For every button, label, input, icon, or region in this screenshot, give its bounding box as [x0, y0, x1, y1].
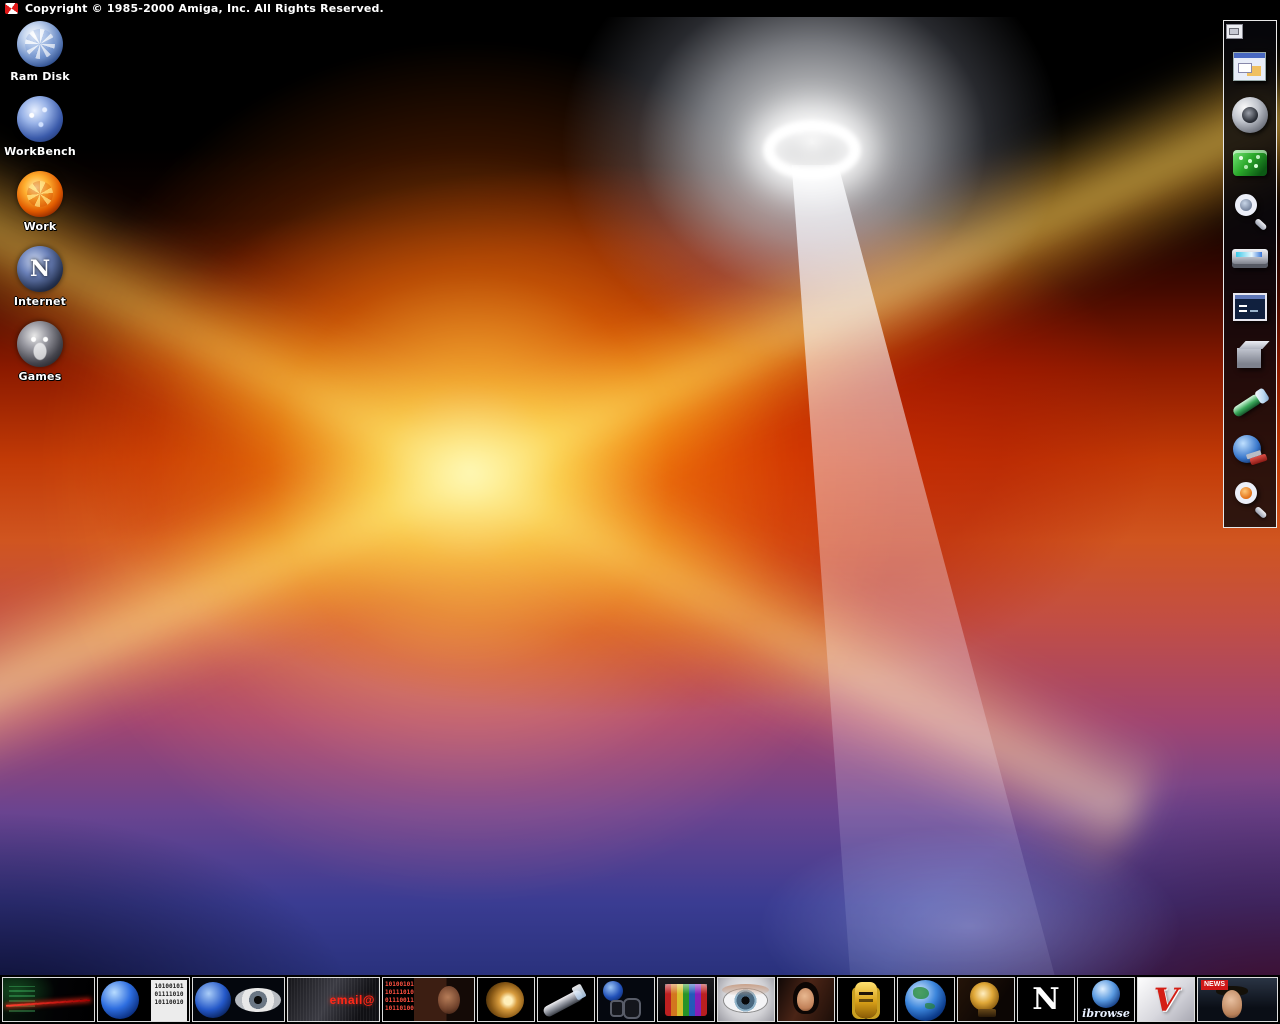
desktop-icon-workbench[interactable]: WorkBench [4, 96, 76, 158]
globe-tools-icon [1230, 431, 1270, 471]
dock-tile-woman[interactable] [777, 977, 835, 1022]
dock-tile-earth-eye[interactable] [192, 977, 285, 1022]
dock-tile-flashlight[interactable] [537, 977, 595, 1022]
dock-tile-earth-binary[interactable]: 10100101 01111010 10110010 [97, 977, 190, 1022]
dock-tile-binary-face[interactable]: 10100101 10111010 01110011 10110100 [382, 977, 475, 1022]
desktop-icon-label: Games [19, 370, 62, 383]
ram-disk-icon [17, 21, 63, 67]
dock-tile-text: N [1018, 981, 1074, 1019]
dock-button-speaker[interactable] [1224, 91, 1276, 139]
dock-button-cube[interactable] [1224, 331, 1276, 379]
right-dock-panel [1223, 20, 1277, 528]
dock-tile-pharaoh[interactable] [837, 977, 895, 1022]
shell-icon [1230, 287, 1270, 327]
dock-tile-gramophone[interactable] [957, 977, 1015, 1022]
dock-tile-email[interactable]: email@ [287, 977, 380, 1022]
workbench-screen: Copyright © 1985-2000 Amiga, Inc. All Ri… [0, 0, 1280, 1024]
dock-tile-nautilus[interactable] [477, 977, 535, 1022]
dock-button-scanner[interactable] [1224, 235, 1276, 283]
desktop: Ram Disk WorkBench Work Internet Games [0, 17, 1280, 1024]
wallpaper-light-ring [763, 120, 861, 180]
dock-tile-voyager[interactable]: V [1137, 977, 1195, 1022]
wallpaper-ring-halo [562, 17, 1062, 362]
workbench-icon [17, 96, 63, 142]
desktop-icon-work[interactable]: Work [4, 171, 76, 233]
cube-icon [1230, 335, 1270, 375]
dock-tile-netscape[interactable]: N [1017, 977, 1075, 1022]
desktop-icon-label: Work [24, 220, 57, 233]
work-icon [17, 171, 63, 217]
screen-titlebar[interactable]: Copyright © 1985-2000 Amiga, Inc. All Ri… [0, 0, 1280, 17]
magnifier-icon [1230, 191, 1270, 231]
dock-tile-binoculars[interactable] [597, 977, 655, 1022]
desktop-icon-ram-disk[interactable]: Ram Disk [4, 21, 76, 83]
dock-tile-jukebox[interactable] [657, 977, 715, 1022]
desktop-icon-column: Ram Disk WorkBench Work Internet Games [4, 21, 76, 383]
dock-button-magnifier[interactable] [1224, 187, 1276, 235]
dock-tile-news[interactable]: NEWS [1197, 977, 1278, 1022]
magnifier-orange-icon [1230, 479, 1270, 519]
dock-tile-text: 10100101 01111010 10110010 [151, 980, 187, 1022]
dock-button-shell[interactable] [1224, 283, 1276, 331]
amiga-logo-icon [5, 3, 18, 14]
desktop-icon-label: Internet [14, 295, 66, 308]
desktop-icon-label: WorkBench [4, 145, 76, 158]
bottom-dock: 10100101 01111010 10110010 email@ 10100101… [0, 975, 1280, 1024]
desktop-icon-internet[interactable]: Internet [4, 246, 76, 308]
dock-tile-text: 10100101 10111010 01110011 10110100 [385, 981, 414, 1013]
titlebar-text: Copyright © 1985-2000 Amiga, Inc. All Ri… [25, 2, 384, 15]
internet-icon [17, 246, 63, 292]
dock-tile-laser[interactable] [2, 977, 95, 1022]
dock-tile-eye[interactable] [717, 977, 775, 1022]
dock-tile-text: email@ [330, 993, 375, 1007]
notes-icon [1230, 143, 1270, 183]
dock-tile-globe[interactable] [897, 977, 955, 1022]
dock-button-magnifier-orange[interactable] [1224, 475, 1276, 523]
flashlight-icon [1230, 383, 1270, 423]
window-icon [1230, 47, 1270, 87]
dock-button-window[interactable] [1224, 43, 1276, 91]
desktop-icon-label: Ram Disk [10, 70, 70, 83]
dock-tile-ibrowse[interactable]: ibrowse [1077, 977, 1135, 1022]
dock-button-notes[interactable] [1224, 139, 1276, 187]
dock-button-flashlight[interactable] [1224, 379, 1276, 427]
dock-button-globe-tools[interactable] [1224, 427, 1276, 475]
speaker-icon [1230, 95, 1270, 135]
dock-tile-text: ibrowse [1078, 1007, 1134, 1020]
dock-tile-text: V [1138, 979, 1194, 1021]
games-icon [17, 321, 63, 367]
right-dock-items [1224, 43, 1276, 523]
dock-tile-text: NEWS [1201, 980, 1228, 990]
scanner-icon [1230, 239, 1270, 279]
desktop-icon-games[interactable]: Games [4, 321, 76, 383]
dock-minimize-gadget[interactable] [1226, 24, 1243, 39]
